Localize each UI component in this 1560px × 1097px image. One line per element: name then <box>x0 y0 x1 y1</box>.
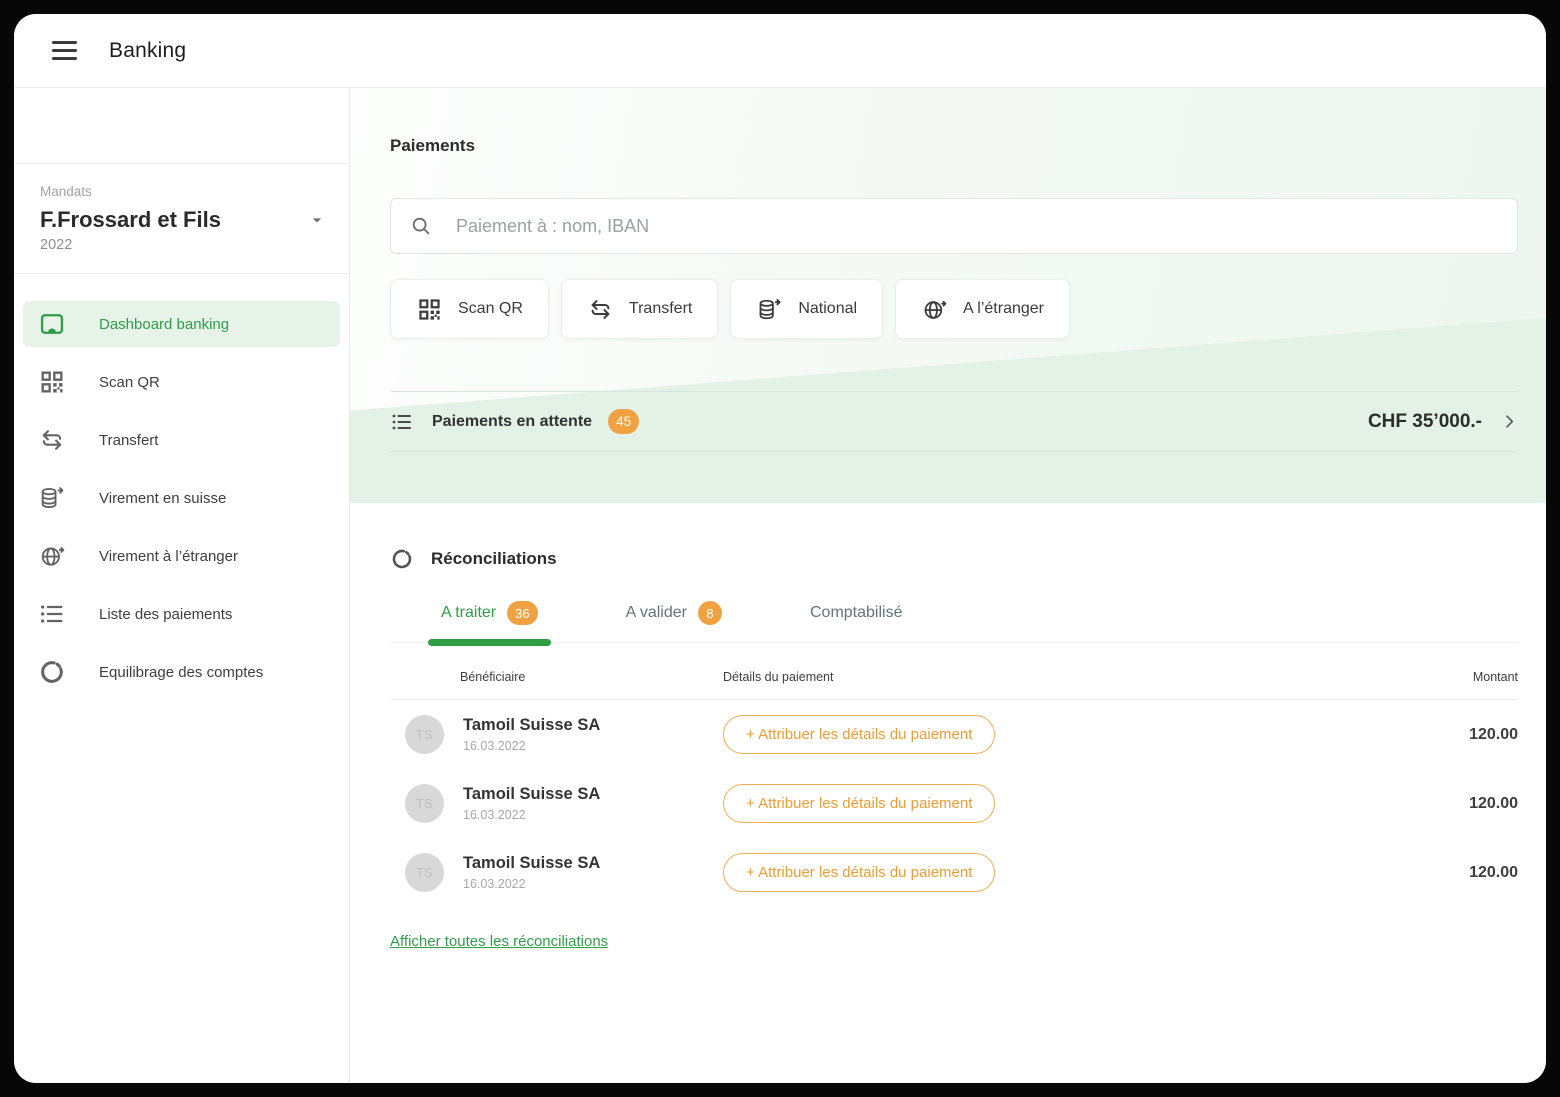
sidebar-item-label: Virement à l’étranger <box>99 548 238 565</box>
payment-date: 16.03.2022 <box>463 739 600 753</box>
pending-count-badge: 45 <box>608 409 639 434</box>
tab-a-valider[interactable]: A valider 8 <box>613 601 735 642</box>
list-icon <box>390 410 414 434</box>
beneficiary-name: Tamoil Suisse SA <box>463 854 600 874</box>
dashboard-icon <box>38 310 66 338</box>
chevron-right-icon[interactable] <box>1501 413 1518 430</box>
sidebar-menu: Dashboard banking Scan QR Transfert Vire… <box>14 301 349 695</box>
app-title: Banking <box>109 39 186 63</box>
globe-icon <box>921 296 948 323</box>
qr-code-icon <box>416 296 443 323</box>
payment-amount: 120.00 <box>1388 726 1518 744</box>
action-label: National <box>798 300 857 318</box>
payment-search-input[interactable] <box>454 215 1498 238</box>
mandate-year: 2022 <box>40 237 327 253</box>
action-label: A l’étranger <box>963 300 1044 318</box>
sidebar-item-label: Virement en suisse <box>99 490 226 507</box>
sidebar-item-virement-suisse[interactable]: Virement en suisse <box>23 475 340 521</box>
beneficiary-name: Tamoil Suisse SA <box>463 716 600 736</box>
etranger-button[interactable]: A l’étranger <box>895 279 1070 339</box>
pending-payments-label: Paiements en attente <box>432 413 592 431</box>
list-icon <box>38 600 66 628</box>
tab-comptabilise[interactable]: Comptabilisé <box>797 601 915 642</box>
assign-details-button[interactable]: + Attribuer les détails du paiement <box>723 853 995 892</box>
payment-date: 16.03.2022 <box>463 808 600 822</box>
tab-count-badge: 8 <box>698 601 722 625</box>
quick-actions: Scan QR Transfert National A l’étranger <box>390 279 1518 339</box>
sync-icon <box>390 547 414 571</box>
tab-count-badge: 36 <box>507 601 537 625</box>
tab-label: A valider <box>626 604 687 622</box>
table-row: TS Tamoil Suisse SA 16.03.2022 + Attribu… <box>390 769 1518 838</box>
pending-payments-row[interactable]: Paiements en attente 45 CHF 35’000.- <box>390 391 1518 452</box>
transfer-arrows-icon <box>38 426 66 454</box>
beneficiary-name: Tamoil Suisse SA <box>463 785 600 805</box>
sidebar: Mandats F.Frossard et Fils 2022 Dashboar… <box>14 88 350 1083</box>
sidebar-item-scan-qr[interactable]: Scan QR <box>23 359 340 405</box>
column-header-details: Détails du paiement <box>723 670 1388 684</box>
sidebar-item-label: Liste des paiements <box>99 606 232 623</box>
tab-label: Comptabilisé <box>810 604 902 622</box>
sidebar-item-label: Equilibrage des comptes <box>99 664 263 681</box>
avatar: TS <box>405 715 444 754</box>
avatar: TS <box>405 784 444 823</box>
column-header-montant: Montant <box>1388 670 1518 684</box>
globe-icon <box>38 542 66 570</box>
pending-total-amount: CHF 35’000.- <box>1368 411 1482 433</box>
sidebar-item-virement-etranger[interactable]: Virement à l’étranger <box>23 533 340 579</box>
app-window: Banking Mandats F.Frossard et Fils 2022 … <box>14 14 1546 1083</box>
sidebar-item-label: Transfert <box>99 432 158 449</box>
sidebar-item-equilibrage-comptes[interactable]: Equilibrage des comptes <box>23 649 340 695</box>
payment-date: 16.03.2022 <box>463 877 600 891</box>
table-row: TS Tamoil Suisse SA 16.03.2022 + Attribu… <box>390 700 1518 769</box>
sidebar-item-transfert[interactable]: Transfert <box>23 417 340 463</box>
reconciliations-title: Réconciliations <box>431 549 557 569</box>
menu-button[interactable] <box>50 37 79 64</box>
table-row: TS Tamoil Suisse SA 16.03.2022 + Attribu… <box>390 838 1518 907</box>
column-header-beneficiaire: Bénéficiaire <box>390 670 723 684</box>
payments-title: Paiements <box>390 88 1518 156</box>
sidebar-item-label: Scan QR <box>99 374 160 391</box>
payments-section: Paiements Scan QR Transfert <box>350 88 1546 503</box>
table-header: Bénéficiaire Détails du paiement Montant <box>390 643 1518 700</box>
caret-down-icon[interactable] <box>307 210 327 230</box>
mandate-name: F.Frossard et Fils <box>40 207 221 233</box>
transfer-arrows-icon <box>587 296 614 323</box>
payment-amount: 120.00 <box>1388 864 1518 882</box>
assign-details-button[interactable]: + Attribuer les détails du paiement <box>723 715 995 754</box>
assign-details-button[interactable]: + Attribuer les détails du paiement <box>723 784 995 823</box>
show-all-reconciliations-link[interactable]: Afficher toutes les réconciliations <box>390 933 608 950</box>
action-label: Transfert <box>629 300 692 318</box>
payment-search[interactable] <box>390 198 1518 254</box>
hamburger-icon <box>52 41 77 44</box>
coins-icon <box>38 484 66 512</box>
qr-code-icon <box>38 368 66 396</box>
sidebar-item-dashboard-banking[interactable]: Dashboard banking <box>23 301 340 347</box>
sync-icon <box>38 658 66 686</box>
sidebar-item-label: Dashboard banking <box>99 316 229 333</box>
transfert-button[interactable]: Transfert <box>561 279 718 339</box>
mandates-label: Mandats <box>40 184 327 199</box>
national-button[interactable]: National <box>730 279 883 339</box>
mandate-selector[interactable]: Mandats F.Frossard et Fils 2022 <box>14 163 349 274</box>
tab-a-traiter[interactable]: A traiter 36 <box>428 601 551 642</box>
reconciliation-tabs: A traiter 36 A valider 8 Comptabilisé <box>390 601 1518 643</box>
action-label: Scan QR <box>458 300 523 318</box>
search-icon <box>410 215 432 237</box>
scan-qr-button[interactable]: Scan QR <box>390 279 549 339</box>
tab-label: A traiter <box>441 604 496 622</box>
avatar: TS <box>405 853 444 892</box>
coins-icon <box>756 296 783 323</box>
main-content: Paiements Scan QR Transfert <box>350 88 1546 1083</box>
payment-amount: 120.00 <box>1388 795 1518 813</box>
top-bar: Banking <box>14 14 1546 88</box>
sidebar-item-liste-paiements[interactable]: Liste des paiements <box>23 591 340 637</box>
reconciliations-section: Réconciliations A traiter 36 A valider 8… <box>350 547 1546 951</box>
